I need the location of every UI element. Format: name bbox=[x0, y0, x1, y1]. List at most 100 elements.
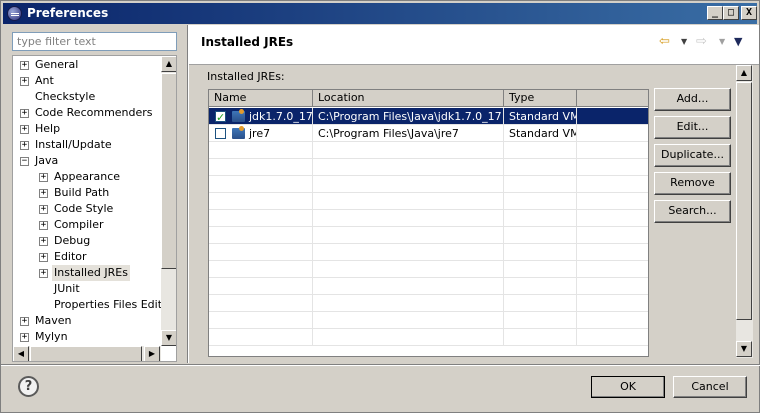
expand-icon[interactable]: + bbox=[20, 125, 29, 134]
tree-item[interactable]: + Code Style bbox=[13, 201, 161, 217]
empty-cell bbox=[504, 159, 577, 176]
back-icon[interactable]: ⇦ bbox=[659, 33, 670, 51]
add-button[interactable]: Add... bbox=[654, 88, 731, 111]
tree-item[interactable]: + Build Path bbox=[13, 185, 161, 201]
table-row[interactable]: jre7 C:\Program Files\Java\jre7 Standard V… bbox=[209, 125, 648, 142]
jre-table: Name Location Type jdk1.7.0_17C:\Program… bbox=[208, 89, 649, 357]
empty-table-row bbox=[209, 295, 648, 312]
empty-cell bbox=[313, 329, 504, 346]
duplicate-button[interactable]: Duplicate... bbox=[654, 144, 731, 167]
empty-cell bbox=[504, 244, 577, 261]
default-jre-checkbox[interactable] bbox=[215, 128, 226, 139]
tree-item[interactable]: + Install/Update bbox=[13, 137, 161, 153]
scroll-thumb[interactable] bbox=[161, 73, 176, 269]
expand-icon[interactable]: + bbox=[39, 173, 48, 182]
tree-item-label: Appearance bbox=[54, 170, 121, 183]
expand-icon[interactable]: + bbox=[39, 189, 48, 198]
filter-input[interactable]: type filter text bbox=[12, 32, 177, 51]
tree-item[interactable]: Properties Files Editor bbox=[13, 297, 173, 313]
tree-item-label: JUnit bbox=[54, 282, 80, 295]
tree-item[interactable]: + Appearance bbox=[13, 169, 161, 185]
expand-icon[interactable]: + bbox=[20, 333, 29, 342]
empty-cell bbox=[313, 142, 504, 159]
ok-button[interactable]: OK bbox=[591, 376, 665, 398]
empty-cell bbox=[577, 295, 648, 312]
expand-icon[interactable]: + bbox=[39, 269, 48, 278]
help-icon[interactable]: ? bbox=[18, 376, 39, 397]
empty-cell bbox=[209, 210, 313, 227]
page-title: Installed JREs bbox=[201, 35, 294, 49]
expand-icon[interactable]: + bbox=[20, 77, 29, 86]
tree-item[interactable]: + Installed JREs bbox=[13, 265, 161, 281]
bottom-separator bbox=[1, 364, 760, 366]
tree-item-label: Install/Update bbox=[35, 138, 112, 151]
tree-item-label: Mylyn bbox=[35, 330, 68, 343]
tree-item-label: Checkstyle bbox=[35, 90, 96, 103]
tree-item-label: Compiler bbox=[54, 218, 104, 231]
table-row[interactable]: jdk1.7.0_17C:\Program Files\Java\jdk1.7.… bbox=[209, 108, 648, 125]
scroll-up-button[interactable]: ▲ bbox=[161, 56, 176, 72]
horizontal-scroll-thumb[interactable] bbox=[30, 346, 142, 361]
forward-icon[interactable]: ⇨ bbox=[696, 33, 707, 51]
tree-item[interactable]: + Help bbox=[13, 121, 161, 137]
tree-vertical-scrollbar[interactable]: ▲ ▼ bbox=[161, 56, 176, 346]
tree-item[interactable]: + Compiler bbox=[13, 217, 161, 233]
tree-item[interactable]: + Maven bbox=[13, 313, 161, 329]
search-button[interactable]: Search... bbox=[654, 200, 731, 223]
tree-item[interactable]: − Java bbox=[13, 153, 161, 169]
page-scroll-up-button[interactable]: ▲ bbox=[736, 65, 752, 81]
remove-button[interactable]: Remove bbox=[654, 172, 731, 195]
tree-item-label: General bbox=[35, 58, 79, 71]
tree-item[interactable]: + Ant bbox=[13, 73, 161, 89]
back-menu-chevron-down-icon[interactable]: ▼ bbox=[681, 33, 687, 51]
edit-button[interactable]: Edit... bbox=[654, 116, 731, 139]
column-header-name[interactable]: Name bbox=[209, 90, 313, 107]
close-button[interactable]: X bbox=[741, 6, 757, 20]
empty-cell bbox=[313, 176, 504, 193]
expand-icon[interactable]: + bbox=[20, 109, 29, 118]
forward-menu-chevron-down-icon[interactable]: ▼ bbox=[719, 33, 725, 51]
name-cell: jre7 bbox=[209, 125, 313, 142]
expand-icon[interactable]: + bbox=[39, 205, 48, 214]
tree-item[interactable]: JUnit bbox=[13, 281, 161, 297]
tree-item[interactable]: + Editor bbox=[13, 249, 161, 265]
scroll-left-button[interactable]: ◀ bbox=[13, 346, 29, 361]
empty-table-row bbox=[209, 176, 648, 193]
expand-icon[interactable]: + bbox=[20, 317, 29, 326]
tree-item[interactable]: Checkstyle bbox=[13, 89, 161, 105]
default-jre-checkbox[interactable] bbox=[215, 109, 226, 125]
scroll-right-button[interactable]: ▶ bbox=[144, 346, 160, 361]
view-menu-chevron-down-icon[interactable]: ▼ bbox=[734, 33, 742, 51]
maximize-button[interactable]: □ bbox=[723, 6, 739, 20]
column-header-type[interactable]: Type bbox=[504, 90, 577, 107]
empty-cell bbox=[577, 159, 648, 176]
page-scroll-thumb[interactable] bbox=[736, 82, 752, 320]
pane-separator[interactable] bbox=[187, 25, 189, 363]
empty-table-row bbox=[209, 329, 648, 346]
expand-icon[interactable]: + bbox=[20, 61, 29, 70]
empty-cell bbox=[504, 278, 577, 295]
expand-icon[interactable]: + bbox=[39, 253, 48, 262]
expand-icon[interactable]: + bbox=[39, 237, 48, 246]
cancel-button[interactable]: Cancel bbox=[673, 376, 747, 398]
column-header-location[interactable]: Location bbox=[313, 90, 504, 107]
empty-cell bbox=[313, 193, 504, 210]
collapse-icon[interactable]: − bbox=[20, 157, 29, 166]
page-vertical-scrollbar[interactable]: ▲ ▼ bbox=[736, 65, 753, 358]
expand-icon[interactable]: + bbox=[20, 141, 29, 150]
minimize-button[interactable]: _ bbox=[707, 6, 723, 20]
tree-item[interactable]: + Debug bbox=[13, 233, 161, 249]
expand-icon[interactable]: + bbox=[39, 221, 48, 230]
page-scroll-down-button[interactable]: ▼ bbox=[736, 341, 752, 357]
empty-table-row bbox=[209, 142, 648, 159]
empty-cell bbox=[209, 261, 313, 278]
tree-item[interactable]: + Mylyn bbox=[13, 329, 161, 345]
scroll-down-button[interactable]: ▼ bbox=[161, 330, 176, 346]
tree-horizontal-scrollbar[interactable]: ◀ ▶ bbox=[13, 346, 161, 361]
tree-item-label: Ant bbox=[35, 74, 54, 87]
tree-item[interactable]: + General bbox=[13, 57, 161, 73]
empty-cell bbox=[577, 176, 648, 193]
title-bar[interactable]: Preferences _ □ X bbox=[3, 3, 757, 24]
tree-item[interactable]: + Code Recommenders bbox=[13, 105, 161, 121]
empty-cell bbox=[504, 329, 577, 346]
